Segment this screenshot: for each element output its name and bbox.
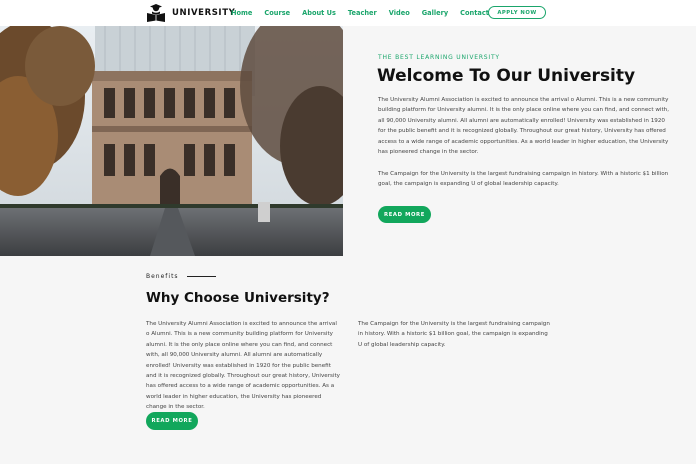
nav-gallery[interactable]: Gallery — [422, 9, 448, 17]
hero-title: Welcome To Our University — [377, 66, 636, 86]
nav-home[interactable]: Home — [231, 9, 252, 17]
hero-eyebrow: THE BEST LEARNING UNIVERSITY — [378, 54, 500, 61]
logo[interactable]: UNIVERSITY — [146, 3, 235, 23]
section-title: Why Choose University? — [146, 290, 330, 306]
nav-course[interactable]: Course — [264, 9, 290, 17]
nav-teacher[interactable]: Teacher — [348, 9, 377, 17]
benefits-column-1: The University Alumni Association is exc… — [146, 321, 340, 411]
hero-paragraph-2: The Campaign for the University is the l… — [378, 171, 669, 188]
nav-about-us[interactable]: About Us — [302, 9, 336, 17]
main-nav: Home Course About Us Teacher Video Galle… — [231, 9, 500, 17]
benefits-column-2: The Campaign for the University is the l… — [358, 321, 550, 348]
site-header: UNIVERSITY Home Course About Us Teacher … — [0, 0, 696, 26]
apply-now-button[interactable]: APPLY NOW — [488, 6, 546, 19]
logo-text: UNIVERSITY — [172, 8, 236, 18]
graduate-book-icon — [147, 4, 165, 22]
hero-paragraph-1: The University Alumni Association is exc… — [378, 97, 669, 156]
hero-read-more-button[interactable]: READ MORE — [378, 206, 431, 223]
nav-video[interactable]: Video — [389, 9, 410, 17]
hero-image — [0, 26, 343, 256]
benefits-divider — [186, 276, 216, 277]
benefits-label-text: Benefits — [146, 273, 179, 280]
benefits-label: Benefits — [146, 273, 216, 280]
benefits-read-more-button[interactable]: READ MORE — [146, 412, 198, 430]
